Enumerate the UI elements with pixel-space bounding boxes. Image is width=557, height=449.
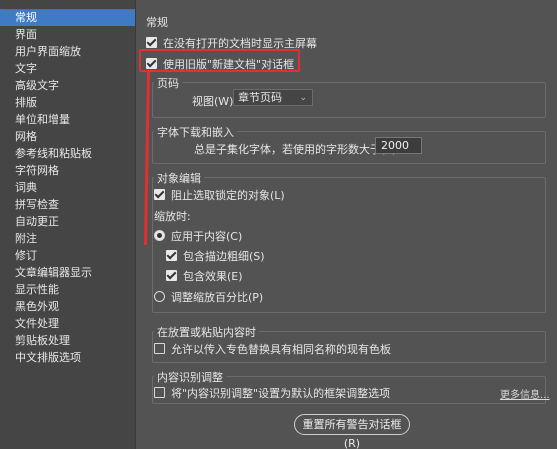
sidebar-item[interactable]: 排版 xyxy=(0,94,135,111)
sidebar-item[interactable]: 自动更正 xyxy=(0,213,135,230)
page-numbers-title: 页码 xyxy=(154,75,182,91)
object-editing-title: 对象编辑 xyxy=(154,170,204,186)
checkbox-checked-icon xyxy=(146,37,157,48)
sidebar-list: 常规 界面 用户界面缩放 文字 高级文字 排版 单位和增量 网格 参考线和粘贴板 字符网格 词典 拼写… xyxy=(0,9,135,366)
content-aware-default-checkbox[interactable]: 将"内容识别调整"设置为默认的框架调整选项 xyxy=(154,385,390,401)
sidebar-item[interactable]: 高级文字 xyxy=(0,77,135,94)
include-effects-checkbox[interactable]: 包含效果(E) xyxy=(166,268,243,284)
sidebar-item[interactable]: 修订 xyxy=(0,247,135,264)
allow-spot-replace-checkbox[interactable]: 允许以传入专色替换具有相同名称的现有色板 xyxy=(154,341,391,357)
checkbox-checked-icon xyxy=(154,189,165,200)
sidebar-item[interactable]: 单位和增量 xyxy=(0,111,135,128)
apply-to-content-label: 应用于内容(C) xyxy=(171,230,243,243)
sidebar-item[interactable]: 参考线和粘贴板 xyxy=(0,145,135,162)
preferences-sidebar: 常规 界面 用户界面缩放 文字 高级文字 排版 单位和增量 网格 参考线和粘贴板 字符网格 词典 拼写… xyxy=(0,0,136,449)
checkbox-checked-icon xyxy=(166,250,177,261)
view-select-value: 章节页码 xyxy=(238,91,282,104)
scale-label: 缩放时: xyxy=(154,210,191,223)
chevron-down-icon: ⌄ xyxy=(299,93,307,103)
radio-unselected-icon xyxy=(154,291,165,302)
sidebar-item[interactable]: 拼写检查 xyxy=(0,196,135,213)
include-effects-label: 包含效果(E) xyxy=(183,270,243,283)
prevent-locked-checkbox[interactable]: 阻止选取锁定的对象(L) xyxy=(154,187,285,203)
sidebar-item[interactable]: 字符网格 xyxy=(0,162,135,179)
more-info-link[interactable]: 更多信息... xyxy=(500,386,550,401)
checkbox-unchecked-icon xyxy=(154,387,165,398)
radio-selected-icon xyxy=(154,230,165,241)
sidebar-item[interactable]: 黑色外观 xyxy=(0,298,135,315)
view-label: 视图(W): xyxy=(192,95,238,108)
allow-spot-replace-label: 允许以传入专色替换具有相同名称的现有色板 xyxy=(171,343,391,356)
reset-warning-dialogs-button[interactable]: 重置所有警告对话框(R) xyxy=(294,414,410,449)
sidebar-item[interactable]: 显示性能 xyxy=(0,281,135,298)
subset-threshold-input[interactable]: 2000 xyxy=(375,137,422,154)
include-stroke-checkbox[interactable]: 包含描边粗细(S) xyxy=(166,248,265,264)
prevent-locked-label: 阻止选取锁定的对象(L) xyxy=(171,189,285,202)
section-heading-general: 常规 xyxy=(146,16,168,29)
adjust-percent-label: 调整缩放百分比(P) xyxy=(171,291,264,304)
subset-label: 总是子集化字体，若使用的字形数大于(Y): xyxy=(194,143,401,156)
adjust-percent-radio[interactable]: 调整缩放百分比(P) xyxy=(154,289,263,305)
sidebar-item[interactable]: 用户界面缩放 xyxy=(0,43,135,60)
sidebar-item[interactable]: 界面 xyxy=(0,26,135,43)
sidebar-item[interactable]: 网格 xyxy=(0,128,135,145)
placing-title: 在放置或粘贴内容时 xyxy=(154,324,259,340)
sidebar-divider xyxy=(2,9,132,10)
checkbox-checked-icon xyxy=(166,270,177,281)
sidebar-item[interactable]: 中文排版选项 xyxy=(0,349,135,366)
font-download-title: 字体下载和嵌入 xyxy=(154,124,237,140)
content-aware-default-label: 将"内容识别调整"设置为默认的框架调整选项 xyxy=(171,387,391,400)
sidebar-item[interactable]: 附注 xyxy=(0,230,135,247)
sidebar-item[interactable]: 文字 xyxy=(0,60,135,77)
view-select[interactable]: 章节页码 ⌄ xyxy=(233,89,313,106)
red-highlight-box xyxy=(139,49,300,72)
include-stroke-label: 包含描边粗细(S) xyxy=(183,250,265,263)
checkbox-unchecked-icon xyxy=(154,343,165,354)
content-aware-title: 内容识别调整 xyxy=(154,369,226,385)
sidebar-item[interactable]: 剪贴板处理 xyxy=(0,332,135,349)
sidebar-item[interactable]: 词典 xyxy=(0,179,135,196)
apply-to-content-radio[interactable]: 应用于内容(C) xyxy=(154,228,242,244)
sidebar-item[interactable]: 常规 xyxy=(0,9,135,26)
red-annotation-line xyxy=(143,71,150,246)
sidebar-item[interactable]: 文件处理 xyxy=(0,315,135,332)
sidebar-item[interactable]: 文章编辑器显示 xyxy=(0,264,135,281)
